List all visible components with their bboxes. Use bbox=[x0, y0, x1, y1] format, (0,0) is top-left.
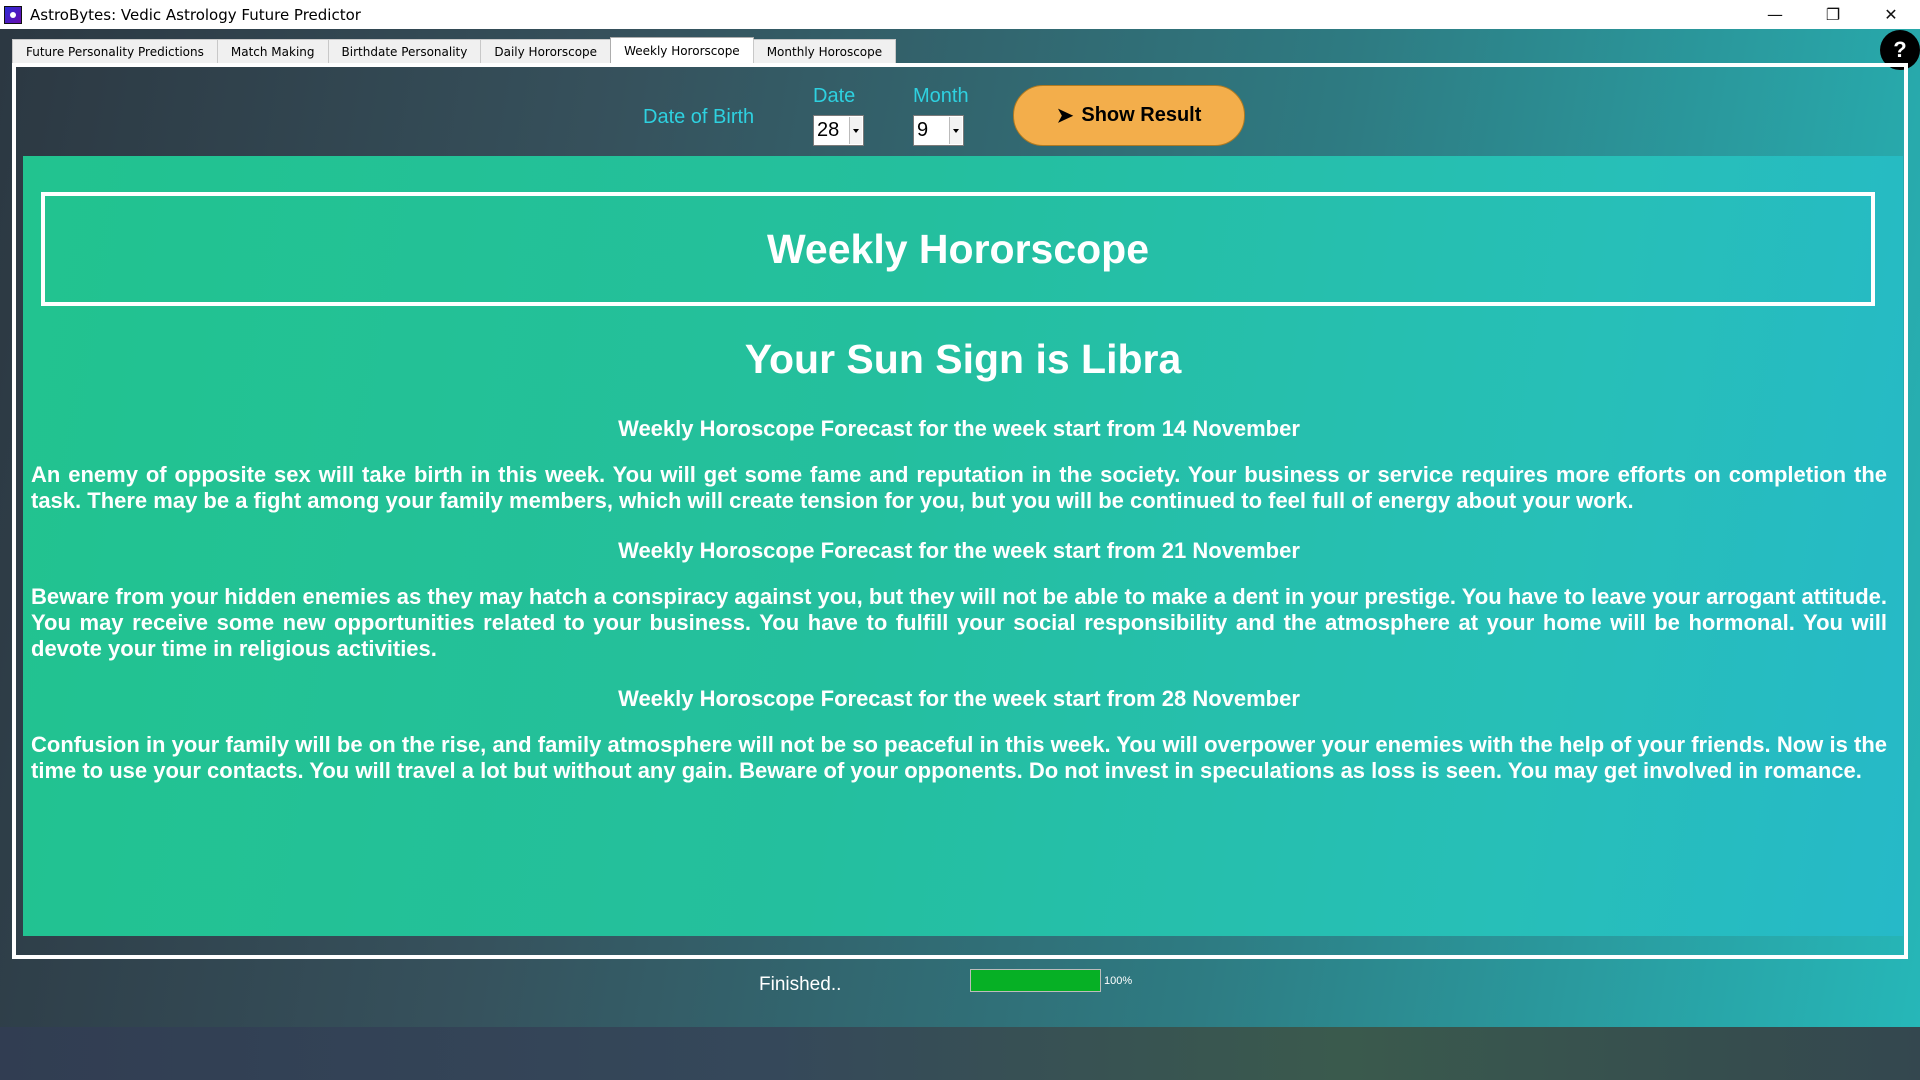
show-result-label: Show Result bbox=[1081, 104, 1202, 126]
window-title: AstroBytes: Vedic Astrology Future Predi… bbox=[30, 5, 361, 24]
taskbar-strip bbox=[0, 1027, 1920, 1080]
month-select[interactable]: 9 bbox=[913, 115, 964, 146]
progress-percent: 100% bbox=[1104, 975, 1133, 987]
chevron-down-icon[interactable] bbox=[949, 117, 962, 144]
minimize-icon[interactable]: — bbox=[1746, 0, 1804, 29]
week-forecast: Weekly Horoscope Forecast for the week s… bbox=[31, 538, 1887, 662]
tab-monthly-horoscope[interactable]: Monthly Horoscope bbox=[752, 39, 897, 63]
window-controls: — ❐ ✕ bbox=[1746, 0, 1920, 29]
date-select-value: 28 bbox=[817, 119, 840, 141]
tab-bar: Future Personality Predictions Match Mak… bbox=[12, 37, 897, 64]
chevron-down-icon[interactable] bbox=[849, 117, 862, 144]
date-select[interactable]: 28 bbox=[813, 115, 864, 146]
tab-birthdate-personality[interactable]: Birthdate Personality bbox=[327, 39, 482, 63]
week-forecast-title: Weekly Horoscope Forecast for the week s… bbox=[618, 538, 1300, 563]
month-label: Month bbox=[913, 85, 969, 107]
week-forecast-text: An enemy of opposite sex will take birth… bbox=[31, 462, 1887, 513]
week-forecast-title: Weekly Horoscope Forecast for the week s… bbox=[618, 686, 1300, 711]
week-forecast-title: Weekly Horoscope Forecast for the week s… bbox=[618, 416, 1300, 441]
close-icon[interactable]: ✕ bbox=[1862, 0, 1920, 29]
tab-weekly-horoscope[interactable]: Weekly Hororscope bbox=[610, 37, 754, 63]
result-heading: Weekly Hororscope bbox=[766, 225, 1150, 272]
dob-label: Date of Birth bbox=[643, 106, 755, 128]
week-forecast: Weekly Horoscope Forecast for the week s… bbox=[31, 416, 1887, 514]
show-result-button[interactable]: ➤ Show Result bbox=[1013, 85, 1245, 146]
restore-icon[interactable]: ❐ bbox=[1804, 0, 1862, 29]
arrow-right-icon: ➤ bbox=[1056, 105, 1074, 127]
result-panel: Weekly Hororscope Your Sun Sign is Libra… bbox=[23, 156, 1903, 936]
week-forecast-text: Beware from your hidden enemies as they … bbox=[31, 584, 1887, 661]
week-forecast-text: Confusion in your family will be on the … bbox=[31, 732, 1887, 783]
result-heading-box: Weekly Hororscope bbox=[41, 192, 1875, 306]
progress-bar bbox=[970, 969, 1101, 992]
week-forecast: Weekly Horoscope Forecast for the week s… bbox=[31, 686, 1887, 784]
sun-sign-text: Your Sun Sign is Libra bbox=[744, 336, 1182, 382]
app-logo-icon bbox=[4, 5, 22, 24]
title-bar: AstroBytes: Vedic Astrology Future Predi… bbox=[0, 0, 1920, 29]
date-label: Date bbox=[813, 85, 856, 107]
tab-daily-horoscope[interactable]: Daily Hororscope bbox=[480, 39, 612, 63]
tab-match-making[interactable]: Match Making bbox=[216, 39, 329, 63]
status-text: Finished.. bbox=[759, 974, 842, 995]
progress-bar-fill bbox=[971, 970, 1100, 991]
tab-future-personality[interactable]: Future Personality Predictions bbox=[12, 39, 218, 63]
month-select-value: 9 bbox=[917, 119, 929, 141]
